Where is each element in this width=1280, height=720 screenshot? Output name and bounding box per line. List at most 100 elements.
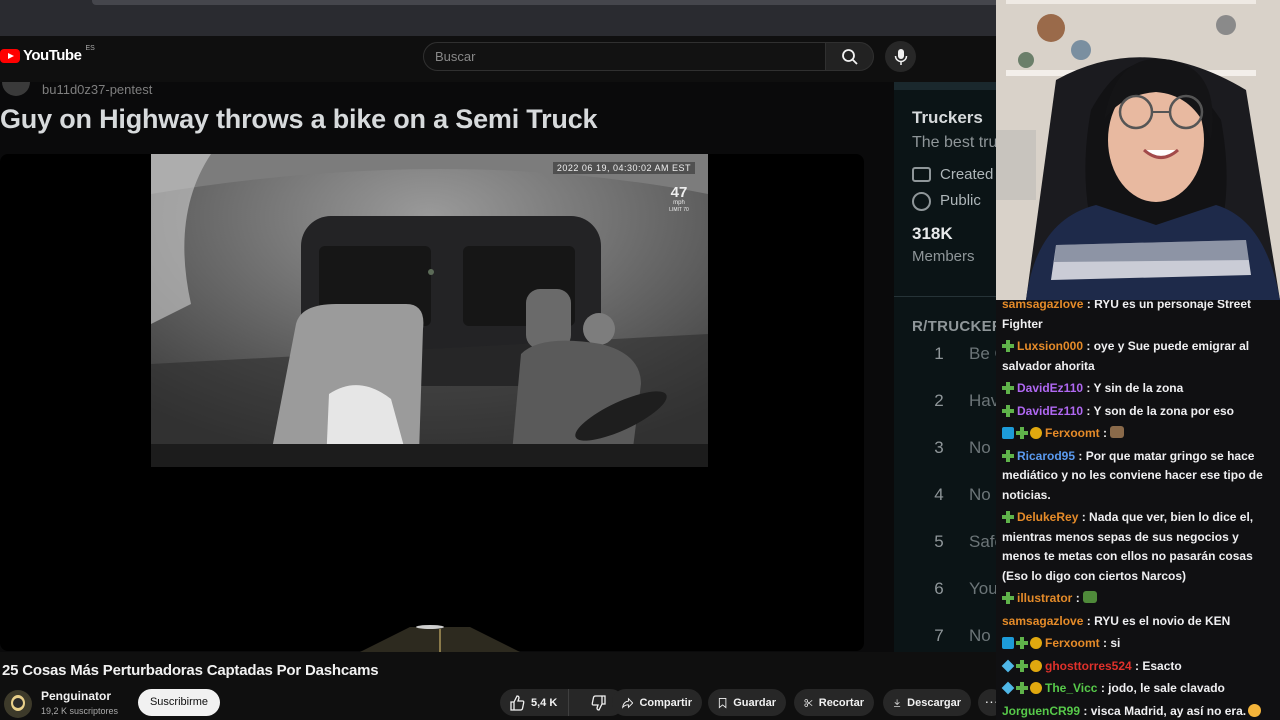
green-badge-icon[interactable] bbox=[1016, 637, 1028, 649]
subscriber-count: 19,2 K suscriptores bbox=[41, 706, 119, 716]
members-count: 318K bbox=[912, 224, 953, 243]
youtube-logo[interactable]: YouTube ES bbox=[0, 45, 95, 64]
chat-username[interactable]: DavidEz110 bbox=[1017, 404, 1083, 418]
gold-badge-icon[interactable] bbox=[1030, 682, 1042, 694]
subscribe-button[interactable]: Suscribirme bbox=[138, 689, 220, 716]
dashcam-footage: 2022 06 19, 04:30:02 AM EST 47 mph LIMIT… bbox=[151, 154, 708, 467]
chat-message: The_Vicc : jodo, le sale clavado bbox=[1001, 679, 1276, 699]
save-button[interactable]: Guardar bbox=[708, 689, 786, 716]
browser-tab[interactable] bbox=[92, 0, 1012, 5]
chat-badges bbox=[1002, 404, 1014, 417]
speed-limit: LIMIT 70 bbox=[669, 207, 689, 213]
rule-text[interactable]: No bbox=[969, 626, 991, 646]
green-badge-icon[interactable] bbox=[1002, 511, 1014, 523]
chat-username[interactable]: DelukeRey bbox=[1017, 510, 1078, 524]
chat-text: : jodo, le sale clavado bbox=[1100, 681, 1225, 695]
rule-text[interactable]: Safe bbox=[969, 532, 996, 552]
divider bbox=[894, 296, 996, 297]
rule-text[interactable]: No S bbox=[969, 438, 996, 458]
reddit-post-author: bu11d0z37-pentest bbox=[42, 82, 153, 97]
search-input[interactable]: Buscar bbox=[423, 42, 826, 71]
green-badge-icon[interactable] bbox=[1016, 682, 1028, 694]
chat-username[interactable]: Ferxoomt bbox=[1045, 636, 1100, 650]
youtube-play-icon bbox=[0, 48, 20, 63]
blue-badge-icon[interactable] bbox=[1002, 427, 1014, 439]
clip-button[interactable]: Recortar bbox=[794, 689, 874, 716]
community-visibility: Public bbox=[940, 192, 981, 209]
live-chat[interactable]: samsagazlove : RYU es un personaje Stree… bbox=[996, 300, 1280, 720]
search-icon bbox=[841, 48, 858, 65]
rule-number: 4 bbox=[934, 485, 944, 504]
community-name: Truckers bbox=[912, 108, 983, 127]
green-badge-icon[interactable] bbox=[1016, 427, 1028, 439]
search-button[interactable] bbox=[825, 42, 874, 71]
bookmark-icon bbox=[718, 697, 727, 708]
share-button[interactable]: Compartir bbox=[612, 689, 702, 716]
voice-search-button[interactable] bbox=[885, 41, 916, 72]
chat-username[interactable]: samsagazlove bbox=[1002, 300, 1083, 311]
chat-text: : Y son de la zona por eso bbox=[1086, 403, 1234, 418]
like-button[interactable]: 5,4 K bbox=[500, 689, 569, 716]
community-created: Created bbox=[940, 166, 994, 183]
chat-message: Ricarod95 : Por que matar gringo se hace… bbox=[1002, 447, 1276, 506]
video-player[interactable]: bu11d0z37-pentest Guy on Highway throws … bbox=[0, 82, 996, 652]
chat-text: : Esacto bbox=[1135, 658, 1182, 673]
author-avatar bbox=[2, 82, 30, 96]
rule-text[interactable]: You bbox=[969, 579, 996, 599]
cyan-badge-icon[interactable] bbox=[1001, 659, 1015, 672]
green-badge-icon[interactable] bbox=[1002, 382, 1014, 394]
speed-unit: mph bbox=[673, 200, 685, 206]
chat-message: JorguenCR99 : visca Madrid, ay así no er… bbox=[1002, 702, 1276, 720]
chat-badges bbox=[1002, 382, 1014, 394]
chat-username[interactable]: Luxsion000 bbox=[1017, 339, 1083, 353]
chat-username[interactable]: ghosttorres524 bbox=[1045, 659, 1132, 673]
like-dislike-group: 5,4 K bbox=[500, 689, 624, 716]
rule-number: 6 bbox=[934, 579, 944, 598]
members-label: Members bbox=[912, 248, 975, 265]
reddit-post-title: Guy on Highway throws a bike on a Semi T… bbox=[0, 104, 598, 134]
rule-text[interactable]: Be C bbox=[969, 344, 996, 364]
chat-username[interactable]: samsagazlove bbox=[1002, 614, 1083, 628]
download-icon bbox=[894, 698, 901, 707]
channel-name[interactable]: Penguinator bbox=[41, 689, 111, 703]
chat-text: : RYU es el novio de KEN bbox=[1086, 613, 1231, 628]
rules-title: R/TRUCKERS bbox=[912, 318, 996, 335]
country-code: ES bbox=[85, 45, 95, 52]
green-badge-icon[interactable] bbox=[1002, 404, 1014, 417]
rule-number: 2 bbox=[934, 391, 944, 410]
chat-username[interactable]: Ricarod95 bbox=[1017, 449, 1075, 463]
gold-badge-icon[interactable] bbox=[1030, 659, 1042, 672]
thumbs-up-icon bbox=[510, 694, 525, 711]
chat-username[interactable]: The_Vicc bbox=[1045, 681, 1097, 695]
download-button[interactable]: Descargar bbox=[883, 689, 971, 716]
calendar-icon bbox=[912, 167, 931, 182]
rule-text[interactable]: No B bbox=[969, 485, 996, 505]
cyan-badge-icon[interactable] bbox=[1001, 681, 1015, 695]
chat-message: illustrator : bbox=[1002, 589, 1276, 609]
sidebar-top bbox=[894, 82, 996, 90]
chat-badges bbox=[1002, 340, 1014, 352]
chat-username[interactable]: illustrator bbox=[1017, 591, 1072, 605]
chat-username[interactable]: Ferxoomt bbox=[1045, 426, 1100, 440]
chat-badges bbox=[1001, 659, 1042, 672]
download-label: Descargar bbox=[907, 696, 961, 709]
rule-text[interactable]: Hav bbox=[969, 391, 996, 411]
chat-username[interactable]: DavidEz110 bbox=[1017, 381, 1083, 395]
chat-text: : bbox=[1103, 426, 1108, 440]
chat-username[interactable]: JorguenCR99 bbox=[1002, 704, 1080, 718]
green-badge-icon[interactable] bbox=[1002, 449, 1014, 462]
chat-message: Ferxoomt : bbox=[1002, 424, 1276, 444]
rule-number: 7 bbox=[934, 626, 944, 645]
dashcam-speed: 47 mph LIMIT 70 bbox=[664, 185, 694, 214]
green-badge-icon[interactable] bbox=[1002, 340, 1014, 352]
green-badge-icon[interactable] bbox=[1016, 659, 1028, 672]
gold-badge-icon[interactable] bbox=[1030, 427, 1042, 439]
thumbs-down-icon bbox=[591, 694, 607, 711]
streamer-webcam bbox=[996, 0, 1280, 300]
green-badge-icon[interactable] bbox=[1002, 592, 1014, 604]
dashcam-timestamp: 2022 06 19, 04:30:02 AM EST bbox=[552, 162, 695, 174]
channel-avatar[interactable] bbox=[4, 690, 32, 718]
gold-badge-icon[interactable] bbox=[1030, 637, 1042, 649]
road-lights bbox=[360, 625, 520, 652]
blue-badge-icon[interactable] bbox=[1002, 637, 1014, 649]
